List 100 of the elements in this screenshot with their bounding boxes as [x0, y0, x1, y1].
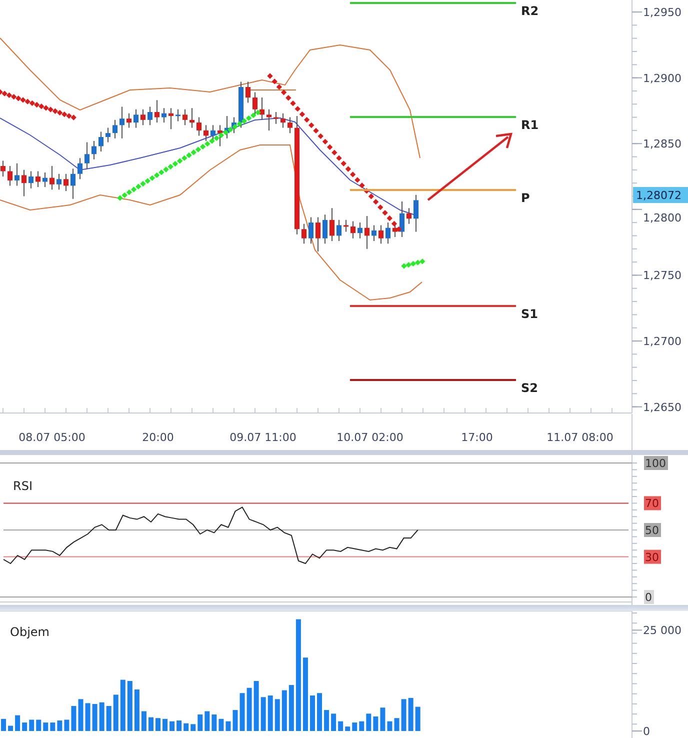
volume-bar: [92, 704, 98, 731]
volume-bar: [331, 714, 336, 731]
volume-bar: [127, 680, 132, 731]
candle: [364, 215, 370, 250]
rsi-axis-label: 70: [644, 496, 661, 510]
candle: [400, 201, 404, 238]
candle: [210, 124, 216, 142]
candle: [260, 97, 264, 120]
volume-bar: [218, 718, 224, 731]
volume-bar: [113, 694, 118, 731]
volume-bar: [71, 706, 76, 731]
volume-bar: [156, 718, 160, 731]
volume-bar: [57, 720, 62, 731]
candle: [302, 223, 306, 244]
candle: [70, 168, 76, 200]
candle: [8, 165, 12, 186]
volume-bar: [373, 716, 378, 731]
volume-bar: [162, 718, 168, 731]
price-axis-label: 1,2800: [643, 211, 682, 224]
candle: [120, 106, 124, 139]
price-axis-label: 1,2900: [643, 72, 682, 85]
volume-bar: [50, 722, 56, 731]
candle: [182, 108, 188, 126]
panel-title: RSI: [13, 479, 32, 493]
volume-bar: [184, 723, 189, 731]
candle: [148, 106, 152, 126]
candle: [84, 142, 90, 170]
price-axis-label: 1,2650: [643, 400, 682, 414]
candle: [162, 108, 166, 124]
volume-bar: [401, 699, 406, 731]
volume-bar: [78, 699, 84, 731]
rsi-axis-label: 30: [644, 550, 661, 564]
volume-bar: [22, 722, 28, 731]
time-axis-label: 09.07 11:00: [230, 431, 296, 444]
volume-bar: [359, 721, 364, 731]
candle: [140, 108, 146, 126]
volume-bar: [43, 722, 48, 731]
volume-bar: [106, 706, 112, 731]
volume-bar: [310, 696, 315, 731]
volume-bar: [317, 693, 322, 731]
volume-bar: [246, 688, 252, 731]
candle: [22, 169, 26, 197]
volume-bar: [345, 726, 350, 731]
volume-bar: [380, 708, 386, 731]
volume-bar: [99, 702, 104, 731]
price-axis-label: 1,2850: [643, 138, 682, 151]
candle: [252, 92, 258, 116]
volume-bar: [141, 711, 146, 731]
candle: [266, 108, 272, 131]
candle: [316, 216, 320, 252]
volume-bar: [198, 714, 203, 731]
volume-bar: [212, 714, 217, 731]
volume-bar: [254, 680, 259, 731]
volume-bar: [8, 726, 14, 731]
volume-bar: [352, 722, 358, 731]
volume-axis-label: 25 000: [643, 624, 682, 638]
volume-bar: [226, 721, 231, 731]
volume-bar: [170, 721, 175, 731]
time-axis-label: 20:00: [142, 431, 174, 444]
time-axis-label: 17:00: [461, 431, 493, 444]
candle: [246, 81, 250, 104]
volume-bar: [366, 714, 372, 731]
candle: [78, 158, 82, 180]
volume-bar: [338, 721, 344, 731]
volume-bar: [268, 696, 273, 731]
volume-bar: [387, 721, 392, 731]
price-axis-label: 1,2950: [643, 6, 682, 19]
volume-bar: [64, 720, 70, 731]
pivot-label: S1: [521, 307, 538, 321]
volume-bar: [288, 685, 294, 731]
candle: [378, 224, 384, 244]
candle: [280, 112, 286, 128]
volume-bar: [1, 718, 6, 731]
rsi-axis-label: 100: [644, 456, 668, 470]
candle: [98, 131, 104, 152]
candle: [288, 116, 292, 134]
candle: [126, 112, 132, 128]
candle: [28, 170, 34, 189]
candle: [106, 127, 110, 143]
candle: [218, 124, 222, 147]
candle: [190, 108, 194, 128]
volume-bar: [29, 720, 34, 731]
time-axis-label: 11.07 08:00: [546, 431, 614, 444]
volume-bar: [190, 724, 196, 731]
volume-bar: [204, 711, 210, 731]
pivot-label: R1: [521, 118, 539, 132]
candle: [176, 108, 180, 122]
pivot-label: S2: [521, 381, 538, 395]
rsi-axis-label: 0: [644, 590, 654, 604]
candle: [274, 112, 278, 124]
candle: [92, 140, 96, 160]
volume-bar: [15, 715, 20, 731]
price-axis-label: 1,2750: [643, 269, 682, 282]
pivot-label: R2: [521, 4, 539, 18]
candle: [406, 208, 412, 224]
candle: [322, 214, 328, 244]
candle: [134, 108, 138, 128]
time-axis-label: 08.07 05:00: [18, 431, 86, 444]
candle: [238, 81, 244, 128]
volume-bar: [324, 710, 330, 731]
